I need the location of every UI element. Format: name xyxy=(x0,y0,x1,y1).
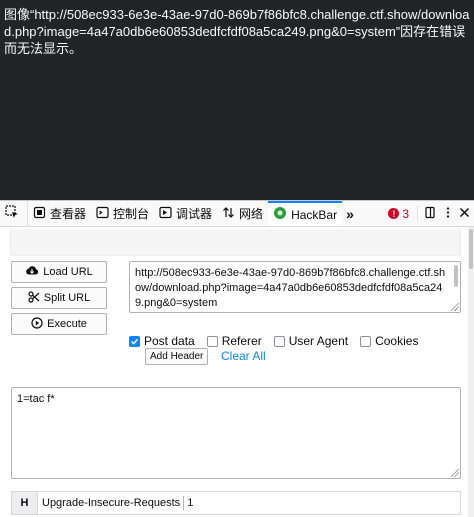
scissors-icon xyxy=(28,290,44,306)
load-url-button[interactable]: Load URL xyxy=(11,261,107,283)
tab-hackbar-label: HackBar xyxy=(291,207,338,222)
resize-grip[interactable] xyxy=(451,303,459,311)
cookies-checkbox[interactable] xyxy=(360,335,372,347)
referer-option[interactable]: Referer xyxy=(206,334,262,348)
tab-debugger[interactable]: 调试器 xyxy=(154,201,217,226)
tab-console-label: 控制台 xyxy=(113,207,150,221)
url-textarea[interactable]: http://508ec933-6e3e-43ae-97d0-869b7f86b… xyxy=(129,261,461,313)
post-data-option[interactable]: Post data xyxy=(129,334,195,348)
close-icon xyxy=(459,207,470,221)
tab-console[interactable]: 控制台 xyxy=(91,201,154,226)
more-tabs-button[interactable]: » xyxy=(342,201,358,226)
tab-network-label: 网络 xyxy=(239,207,264,221)
tab-hackbar[interactable]: HackBar xyxy=(268,201,343,226)
toolbox-menu-button[interactable] xyxy=(441,201,455,226)
split-url-button[interactable]: Split URL xyxy=(11,287,107,309)
cloud-download-icon xyxy=(25,265,43,279)
url-textarea-scrollbar[interactable] xyxy=(454,265,458,287)
referer-label: Referer xyxy=(221,334,262,348)
tab-network[interactable]: 网络 xyxy=(217,201,268,226)
close-devtools-button[interactable] xyxy=(455,201,474,226)
broken-image-message: 图像“http://508ec933-6e3e-43ae-97d0-869b7f… xyxy=(4,7,470,56)
devtools-toolbar: 查看器 控制台 调试器 网络 HackBar » ! 3 xyxy=(0,200,474,227)
execute-button[interactable]: Execute xyxy=(11,313,107,335)
element-picker-button[interactable] xyxy=(0,201,28,226)
network-icon xyxy=(222,206,239,222)
debugger-icon xyxy=(159,206,176,222)
execute-label: Execute xyxy=(47,318,87,330)
post-data-value: 1=tac f* xyxy=(17,393,55,405)
error-icon: ! xyxy=(388,208,400,219)
post-data-textarea[interactable]: 1=tac f* xyxy=(11,387,461,479)
error-count: 3 xyxy=(402,206,409,221)
referer-checkbox[interactable] xyxy=(206,335,218,347)
request-options: Post data Referer User Agent Cookies xyxy=(129,334,430,348)
inspector-icon xyxy=(33,206,50,222)
more-vertical-icon xyxy=(445,206,451,222)
url-value: http://508ec933-6e3e-43ae-97d0-869b7f86b… xyxy=(135,267,446,309)
error-count-button[interactable]: ! 3 xyxy=(382,201,415,226)
header-separator xyxy=(183,496,185,510)
toolbar-divider xyxy=(417,206,418,221)
panel-scrollbar-thumb[interactable] xyxy=(469,229,473,269)
cookies-label: Cookies xyxy=(375,334,419,348)
header-badge: H xyxy=(12,492,38,514)
dock-toggle-button[interactable] xyxy=(420,201,441,226)
hackbar-top-strip xyxy=(10,229,461,256)
console-icon xyxy=(96,206,113,222)
tab-inspector[interactable]: 查看器 xyxy=(28,201,91,226)
tab-debugger-label: 调试器 xyxy=(176,207,213,221)
custom-header-row[interactable]: H Upgrade-Insecure-Requests 1 xyxy=(11,491,461,515)
header-name: Upgrade-Insecure-Requests xyxy=(42,497,181,509)
split-url-label: Split URL xyxy=(43,292,91,304)
header-value: 1 xyxy=(187,497,194,509)
play-circle-icon xyxy=(31,316,47,332)
load-url-label: Load URL xyxy=(43,266,93,278)
user-agent-option[interactable]: User Agent xyxy=(273,334,349,348)
hackbar-icon xyxy=(273,206,291,223)
post-data-checkbox[interactable] xyxy=(129,335,140,347)
post-resize-grip[interactable] xyxy=(451,469,459,477)
user-agent-checkbox[interactable] xyxy=(273,335,285,347)
cookies-option[interactable]: Cookies xyxy=(360,334,418,348)
checkmark-icon xyxy=(130,338,139,345)
hackbar-panel: Load URL Split URL Execute http://508ec9… xyxy=(0,227,474,517)
panel-scrollbar[interactable] xyxy=(468,227,474,517)
page-viewport: 图像“http://508ec933-6e3e-43ae-97d0-869b7f… xyxy=(0,0,474,200)
element-picker-icon xyxy=(5,205,23,222)
double-chevron-right-icon: » xyxy=(346,205,354,222)
user-agent-label: User Agent xyxy=(288,334,349,348)
toolbar-right-group: ! 3 xyxy=(382,201,474,226)
add-header-button[interactable]: Add Header xyxy=(145,348,209,365)
header-text[interactable]: Upgrade-Insecure-Requests 1 xyxy=(38,492,193,514)
clear-all-link[interactable]: Clear All xyxy=(221,349,266,363)
dock-side-icon xyxy=(424,206,437,222)
post-data-label: Post data xyxy=(144,334,195,348)
tab-inspector-label: 查看器 xyxy=(50,207,87,221)
